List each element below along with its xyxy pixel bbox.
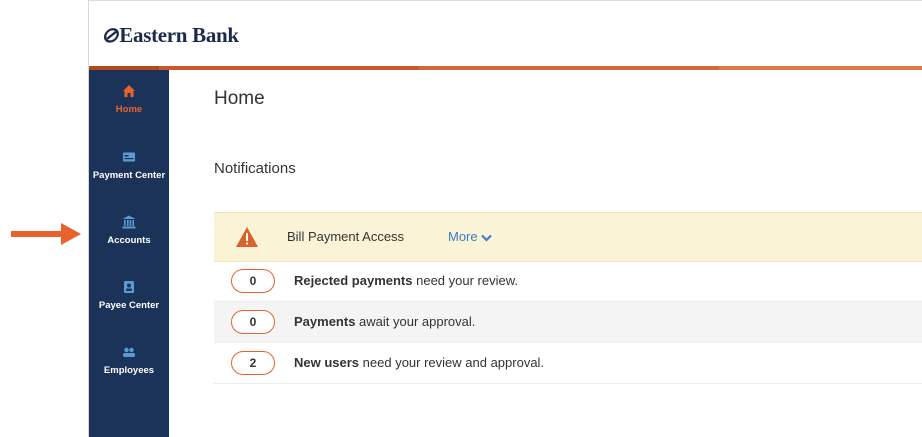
notification-text: Payments await your approval. [294,314,475,329]
more-label: More [448,229,478,244]
top-header: ⊘Eastern Bank [89,0,922,67]
notification-text: Rejected payments need your review. [294,273,518,288]
sidebar-item-accounts[interactable]: Accounts [89,215,169,271]
sidebar-item-home[interactable]: Home [89,84,169,140]
sidebar-item-label: Payee Center [98,300,160,311]
sidebar-item-label: Employees [103,365,155,376]
sidebar-item-label: Accounts [107,235,151,246]
notification-rest: need your review and approval. [359,355,545,370]
sidebar-item-label: Home [115,104,143,115]
sidebar: Home Payment Center Accounts Payee Cente… [89,70,169,437]
notification-bold: New users [294,355,360,370]
warning-icon [236,227,258,247]
count-badge[interactable]: 0 [231,310,275,334]
count-badge[interactable]: 2 [231,351,275,375]
logo-mark-icon: ⊘ [101,23,119,47]
notification-row: 2 New users need your review and approva… [214,343,922,384]
notification-text: New users need your review and approval. [294,355,544,370]
main-content: Home Notifications Bill Payment Access M… [169,70,922,437]
eastern-bank-logo[interactable]: ⊘Eastern Bank [101,23,239,48]
bank-building-icon [122,215,136,229]
bill-payment-alert: Bill Payment Access More [214,212,922,262]
notification-row: 0 Rejected payments need your review. [214,261,922,302]
chevron-down-icon [480,234,492,242]
payment-center-icon [123,152,135,162]
more-toggle[interactable]: More [448,229,492,244]
right-arrow-icon [11,223,81,245]
notifications-heading: Notifications [214,160,296,177]
notification-row: 0 Payments await your approval. [214,302,922,343]
payee-icon [124,281,134,293]
sidebar-item-payment-center[interactable]: Payment Center [89,150,169,206]
notification-rest: need your review. [412,273,519,288]
notification-bold: Payments [294,314,356,329]
notification-bold: Rejected payments [294,273,413,288]
sidebar-item-employees[interactable]: Employees [89,345,169,401]
alert-title: Bill Payment Access [287,229,405,244]
users-icon [123,347,135,357]
home-icon [123,85,135,97]
app-window: ⊘Eastern Bank Home Payment Center Accoun… [88,0,922,437]
sidebar-item-label: Payment Center [92,170,166,181]
logo-text: Eastern Bank [119,23,239,47]
sidebar-item-payee-center[interactable]: Payee Center [89,280,169,336]
notification-rest: await your approval. [355,314,476,329]
page-title: Home [214,88,265,109]
count-badge[interactable]: 0 [231,269,275,293]
